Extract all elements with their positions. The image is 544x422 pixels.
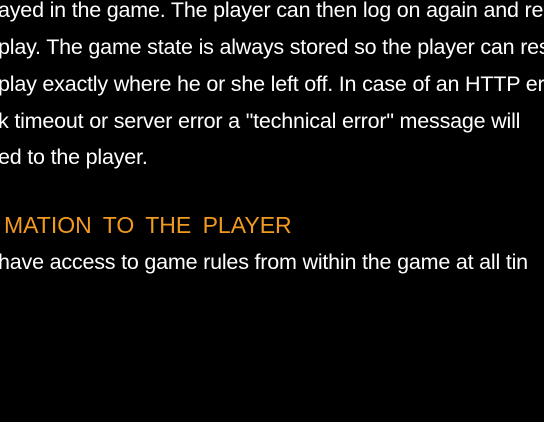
- section-body-line: have access to game rules from within th…: [0, 250, 528, 274]
- section-heading: MATION TO THE PLAYER: [4, 212, 292, 238]
- paragraph-line-5: ed to the player.: [0, 145, 148, 169]
- paragraph-line-2: play. The game state is always stored so…: [0, 35, 544, 59]
- paragraph-line-3: play exactly where he or she left off. I…: [0, 72, 544, 96]
- paragraph-line-1: ayed in the game. The player can then lo…: [0, 0, 544, 22]
- paragraph-line-4: k timeout or server error a "technical e…: [0, 109, 521, 133]
- document-page: ayed in the game. The player can then lo…: [0, 0, 544, 422]
